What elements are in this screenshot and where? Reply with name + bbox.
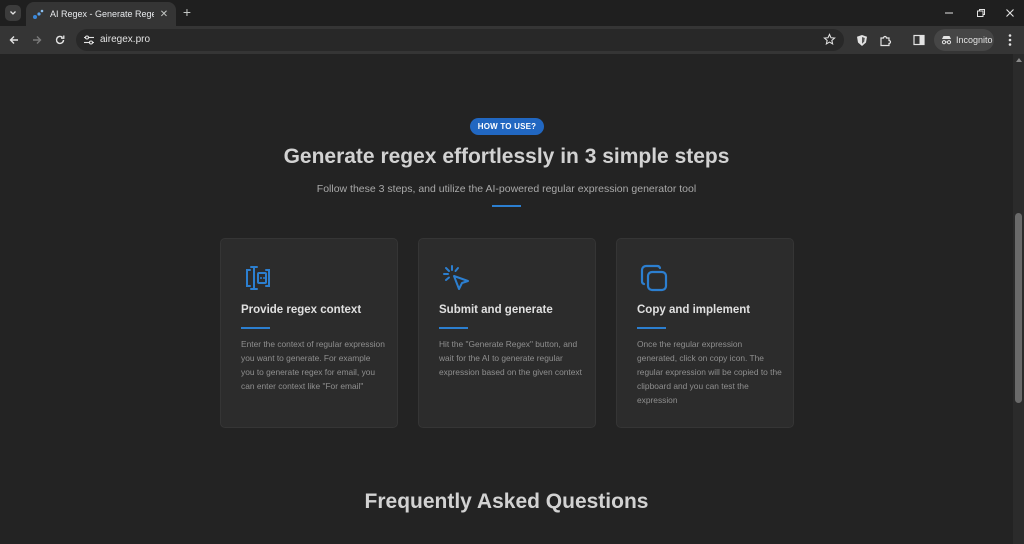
site-info-icon[interactable] [83, 34, 95, 46]
faq-title: Frequently Asked Questions [364, 490, 649, 513]
copy-icon [640, 264, 668, 292]
more-menu-icon[interactable] [1004, 33, 1016, 47]
step-card-context: Provide regex context Enter the context … [220, 238, 398, 428]
minimize-button[interactable] [942, 6, 956, 20]
scroll-up-arrow-icon[interactable] [1016, 58, 1022, 62]
how-to-badge: HOW TO USE? [470, 118, 544, 135]
minimize-icon [945, 12, 953, 14]
browser-tab[interactable]: AI Regex - Generate Regex Easily ✕ [26, 2, 176, 26]
side-panel-icon [913, 34, 925, 46]
arrow-left-icon [9, 36, 18, 44]
reload-icon [55, 35, 65, 45]
tab-strip: AI Regex - Generate Regex Easily ✕ + [0, 0, 1024, 26]
forward-button[interactable] [30, 33, 44, 47]
favicon-icon [33, 9, 44, 19]
context-icon [246, 266, 270, 290]
step-description: Enter the context of regular expression … [241, 339, 385, 391]
step-card-generate: Submit and generate Hit the "Generate Re… [418, 238, 596, 428]
click-icon [443, 265, 469, 290]
close-window-button[interactable] [1003, 6, 1017, 20]
close-tab-icon[interactable]: ✕ [158, 9, 170, 20]
step-divider [637, 327, 666, 329]
new-tab-button[interactable]: + [180, 5, 194, 19]
step-title: Provide regex context [241, 304, 362, 316]
step-description: Once the regular expression generated, c… [637, 339, 782, 405]
page-content: HOW TO USE? Generate regex effortlessly … [0, 54, 1024, 544]
step-card-copy: Copy and implement Once the regular expr… [616, 238, 794, 428]
step-divider [439, 327, 468, 329]
browser-toolbar: airegex.pro Incognito [0, 26, 1024, 54]
restore-icon [977, 9, 985, 17]
tab-search-button[interactable] [5, 5, 21, 21]
scroll-thumb[interactable] [1015, 213, 1022, 403]
back-button[interactable] [7, 33, 21, 47]
restore-button[interactable] [974, 6, 988, 20]
side-panel-button[interactable] [912, 33, 926, 47]
brave-shield-button[interactable] [855, 33, 869, 47]
incognito-button[interactable]: Incognito [934, 29, 994, 51]
extensions-button[interactable] [878, 33, 892, 47]
close-icon [1006, 9, 1014, 17]
url-text[interactable]: airegex.pro [100, 34, 150, 45]
bookmark-star-icon[interactable] [823, 33, 836, 46]
page-scrollbar[interactable] [1013, 54, 1024, 544]
tab-title: AI Regex - Generate Regex Easily [50, 9, 154, 19]
step-title: Submit and generate [439, 304, 553, 316]
title-divider [492, 205, 521, 207]
how-to-title: Generate regex effortlessly in 3 simple … [283, 145, 730, 168]
reload-button[interactable] [53, 33, 67, 47]
step-divider [241, 327, 270, 329]
shield-icon [857, 34, 867, 46]
how-to-subtitle: Follow these 3 steps, and utilize the AI… [316, 183, 697, 195]
arrow-right-icon [33, 36, 42, 44]
incognito-label: Incognito [956, 35, 993, 45]
incognito-icon [941, 36, 952, 45]
address-bar[interactable]: airegex.pro [76, 29, 844, 51]
chevron-down-icon [10, 11, 16, 15]
step-description: Hit the "Generate Regex" button, and wai… [439, 339, 582, 377]
puzzle-icon [879, 35, 891, 46]
step-title: Copy and implement [637, 304, 751, 316]
